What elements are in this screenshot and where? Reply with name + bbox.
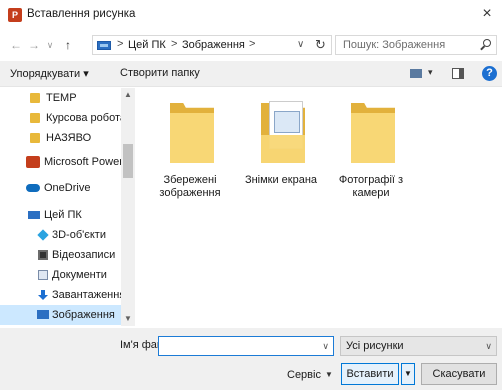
sidebar-item-label: Microsoft PowerPoint [44, 156, 121, 168]
scroll-up-button[interactable]: ▲ [121, 88, 135, 102]
3d-objects-icon [37, 229, 49, 241]
folder-icon [30, 93, 40, 103]
file-type-value: Усі рисунки [346, 340, 404, 352]
folder-label: Фотографії з камери [338, 174, 404, 199]
breadcrumb-pictures[interactable]: Зображення [182, 39, 245, 51]
file-list: Збережені зображення Знімки екрана Фотог… [135, 88, 502, 326]
insert-dropdown-button[interactable]: ▼ [401, 363, 415, 385]
close-button[interactable]: × [472, 0, 502, 30]
recent-locations-button[interactable]: ∨ [42, 36, 58, 54]
refresh-icon[interactable]: ↻ [315, 37, 326, 53]
sidebar-item-temp[interactable]: TEMP [0, 88, 121, 108]
sidebar-item-label: Курсова робота [46, 112, 121, 124]
sidebar-item-3d-objects[interactable]: 3D-об'єкти [0, 225, 121, 245]
sidebar-item-label: Зображення [52, 309, 115, 321]
address-bar[interactable]: > Цей ПК > Зображення > ∨ ↻ [92, 35, 332, 55]
folder-label: Збережені зображення [159, 174, 221, 199]
dialog-footer: Ім'я файлу: ∨ Усі рисунки ∨ Сервіс ▼ Вст… [0, 328, 502, 390]
search-input[interactable]: Пошук: Зображення [335, 35, 497, 55]
folder-screenshots[interactable]: Знімки екрана [245, 98, 317, 208]
powerpoint-icon [26, 156, 40, 168]
sidebar-item-label: TEMP [46, 92, 77, 104]
window-title: Вставлення рисунка [27, 8, 136, 20]
forward-button[interactable]: → [26, 36, 42, 54]
organize-button[interactable]: Упорядкувати ▾ [10, 67, 89, 80]
folder-saved-pictures[interactable]: Збережені зображення [154, 98, 226, 208]
documents-icon [38, 270, 48, 280]
folder-icon [30, 133, 40, 143]
scroll-down-button[interactable]: ▼ [121, 312, 135, 326]
sidebar-item-onedrive[interactable]: OneDrive [0, 178, 121, 198]
tools-button[interactable]: Сервіс [287, 369, 321, 381]
folder-icon [351, 103, 395, 163]
sidebar-item-label: Завантаження [52, 289, 121, 301]
view-options-icon[interactable] [410, 69, 422, 78]
insert-button[interactable]: Вставити [341, 363, 399, 385]
pictures-location-icon [97, 41, 111, 50]
preview-pane-icon[interactable] [452, 68, 464, 79]
scrollbar-thumb[interactable] [123, 144, 133, 178]
sidebar-scrollbar[interactable]: ▲ ▼ [121, 88, 135, 326]
breadcrumb-separator: > [249, 38, 256, 50]
onedrive-icon [26, 184, 40, 192]
sidebar-item-label: Цей ПК [44, 209, 82, 221]
sidebar-item-label: Документи [52, 269, 107, 281]
sidebar-item-pictures[interactable]: Зображення [0, 305, 121, 325]
videos-icon [38, 250, 48, 260]
sidebar-item-videos[interactable]: Відеозаписи [0, 245, 121, 265]
sidebar-item-label: НАЗЯВО [46, 132, 92, 144]
file-type-select[interactable]: Усі рисунки ∨ [340, 336, 497, 356]
address-dropdown[interactable]: ∨ [297, 39, 304, 50]
sidebar-item-nazyavo[interactable]: НАЗЯВО [0, 128, 121, 148]
title-bar: P Вставлення рисунка × [0, 0, 502, 30]
downloads-icon [38, 290, 48, 300]
pictures-icon [37, 310, 49, 319]
view-dropdown[interactable]: ▾ [428, 67, 433, 78]
new-folder-button[interactable]: Створити папку [120, 67, 200, 79]
filename-dropdown-icon[interactable]: ∨ [322, 341, 329, 352]
powerpoint-icon: P [8, 8, 22, 22]
folder-label: Знімки екрана [244, 174, 318, 186]
breadcrumb-this-pc[interactable]: Цей ПК [128, 39, 166, 51]
tools-dropdown-icon[interactable]: ▼ [325, 370, 333, 379]
navigation-bar: ← → ∨ ↑ > Цей ПК > Зображення > ∨ ↻ Пошу… [0, 34, 502, 58]
sidebar-item-this-pc[interactable]: Цей ПК [0, 205, 121, 225]
sidebar-item-label: 3D-об'єкти [52, 229, 106, 241]
this-pc-icon [28, 211, 40, 219]
folder-icon [261, 101, 305, 163]
filename-input[interactable]: ∨ [158, 336, 334, 356]
sidebar-item-label: Відеозаписи [52, 249, 116, 261]
folder-icon [30, 113, 40, 123]
folder-icon [170, 103, 214, 163]
folder-camera-roll[interactable]: Фотографії з камери [335, 98, 407, 208]
cancel-button[interactable]: Скасувати [421, 363, 497, 385]
search-icon[interactable] [483, 39, 491, 47]
command-bar: Упорядкувати ▾ Створити папку ▾ ? [0, 61, 502, 87]
sidebar-item-documents[interactable]: Документи [0, 265, 121, 285]
breadcrumb-separator: > [117, 38, 124, 50]
search-placeholder: Пошук: Зображення [343, 39, 446, 51]
help-icon[interactable]: ? [482, 66, 497, 81]
sidebar-item-label: OneDrive [44, 182, 91, 194]
navigation-pane: TEMP Курсова робота НАЗЯВО Microsoft Pow… [0, 88, 135, 326]
sidebar-item-powerpoint[interactable]: Microsoft PowerPoint [0, 152, 121, 172]
up-button[interactable]: ↑ [60, 36, 76, 54]
breadcrumb-separator: > [171, 38, 178, 50]
sidebar-item-downloads[interactable]: Завантаження [0, 285, 121, 305]
sidebar-item-coursework[interactable]: Курсова робота [0, 108, 121, 128]
back-button[interactable]: ← [8, 36, 24, 54]
file-type-dropdown-icon[interactable]: ∨ [485, 341, 492, 352]
